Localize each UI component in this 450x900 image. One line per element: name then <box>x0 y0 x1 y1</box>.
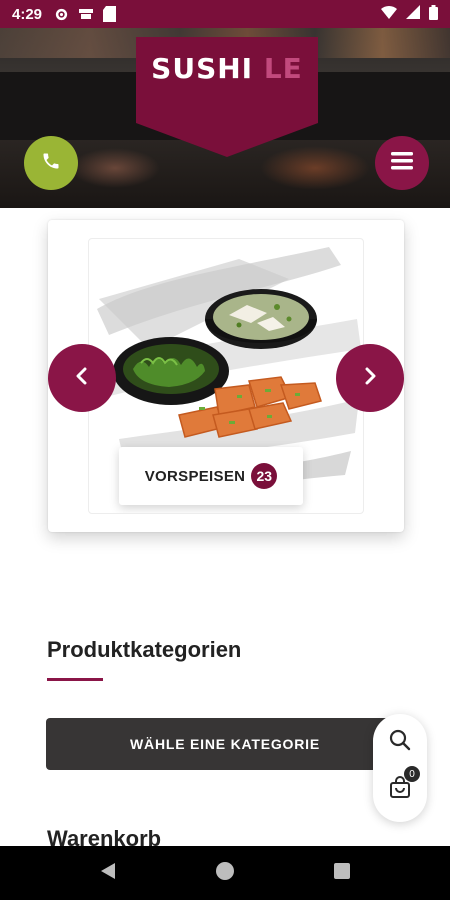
battery-icon <box>429 4 438 24</box>
logo-main-text: SUSHI <box>151 52 254 85</box>
notification-icon <box>78 7 94 21</box>
home-icon[interactable] <box>215 861 235 886</box>
category-carousel: VORSPEISEN 23 <box>48 220 404 532</box>
signal-icon <box>406 5 420 23</box>
menu-button[interactable] <box>375 136 429 190</box>
category-count-badge: 23 <box>251 463 278 489</box>
logo-accent-text: LE <box>263 52 303 85</box>
recents-icon[interactable] <box>333 862 351 885</box>
back-icon[interactable] <box>99 861 117 886</box>
phone-icon <box>41 151 61 176</box>
search-icon[interactable] <box>388 728 412 757</box>
floating-tools: 0 <box>373 714 427 822</box>
carousel-prev-button[interactable] <box>48 344 116 412</box>
logo[interactable]: SUSHI LE <box>136 52 318 85</box>
category-select-button[interactable]: WÄHLE EINE KATEGORIE <box>46 718 404 770</box>
chevron-right-icon <box>363 367 377 390</box>
chevron-left-icon <box>75 367 89 390</box>
section-title: Produktkategorien <box>47 637 242 662</box>
menu-icon <box>391 151 413 175</box>
cart-count-badge: 0 <box>404 766 420 782</box>
call-button[interactable] <box>24 136 78 190</box>
wifi-icon <box>381 5 397 23</box>
category-slide[interactable]: VORSPEISEN 23 <box>88 238 364 514</box>
status-bar: 4:29 <box>0 0 450 28</box>
sd-card-icon <box>103 6 117 22</box>
settings-icon <box>54 7 69 22</box>
category-label-card[interactable]: VORSPEISEN 23 <box>119 447 303 505</box>
section-underline <box>47 678 103 681</box>
carousel-next-button[interactable] <box>336 344 404 412</box>
category-label: VORSPEISEN <box>144 467 246 485</box>
navigation-bar <box>0 846 450 900</box>
status-time: 4:29 <box>12 5 43 23</box>
